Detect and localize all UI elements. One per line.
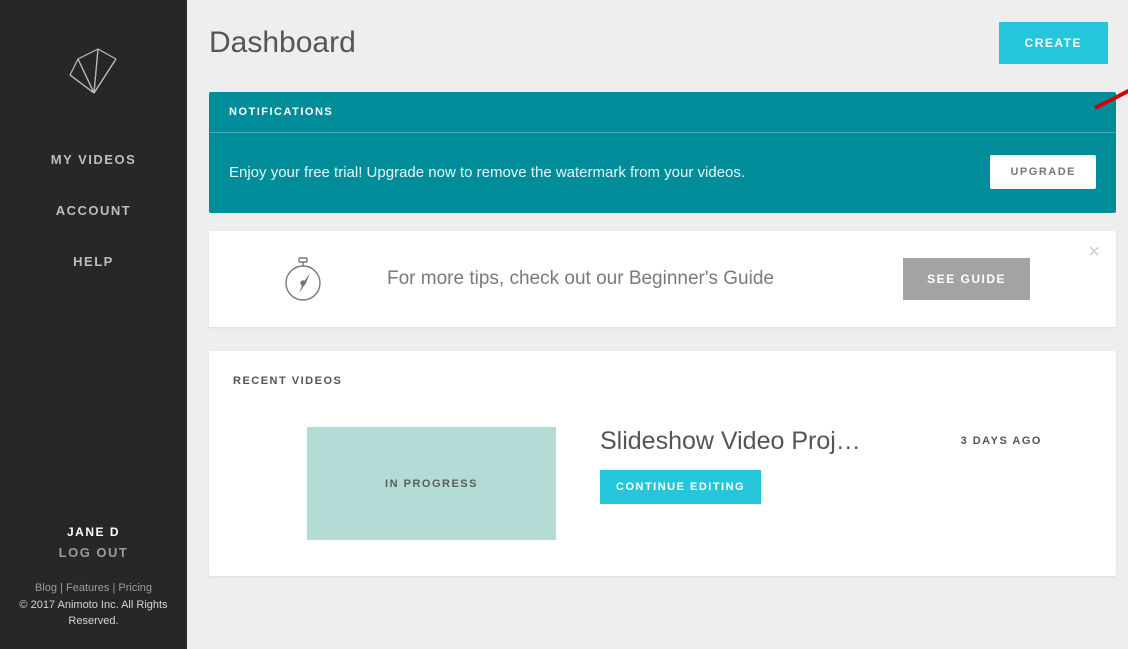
sidebar-footer: JANE D LOG OUT Blog | Features | Pricing… bbox=[0, 525, 187, 649]
footer-link-features[interactable]: Features bbox=[66, 582, 109, 594]
logo bbox=[64, 40, 124, 100]
notifications-body: Enjoy your free trial! Upgrade now to re… bbox=[209, 133, 1116, 213]
notifications-heading: NOTIFICATIONS bbox=[209, 92, 1116, 133]
copyright: © 2017 Animoto Inc. All Rights Reserved. bbox=[0, 598, 187, 629]
notification-message: Enjoy your free trial! Upgrade now to re… bbox=[229, 164, 745, 181]
footer-link-pricing[interactable]: Pricing bbox=[118, 582, 152, 594]
notifications-panel: NOTIFICATIONS Enjoy your free trial! Upg… bbox=[209, 92, 1116, 213]
compass-icon bbox=[279, 255, 327, 303]
fan-logo-icon bbox=[64, 45, 124, 95]
sidebar: MY VIDEOS ACCOUNT HELP JANE D LOG OUT Bl… bbox=[0, 0, 187, 649]
video-meta: Slideshow Video Proj… CONTINUE EDITING bbox=[600, 427, 961, 504]
sidebar-nav: MY VIDEOS ACCOUNT HELP bbox=[0, 134, 187, 287]
video-thumbnail[interactable]: IN PROGRESS bbox=[307, 427, 556, 540]
tips-message: For more tips, check out our Beginner's … bbox=[387, 268, 774, 290]
header: Dashboard CREATE bbox=[209, 22, 1116, 64]
nav-account[interactable]: ACCOUNT bbox=[0, 185, 187, 236]
main: Dashboard CREATE NOTIFICATIONS Enjoy you… bbox=[187, 0, 1128, 649]
video-status-badge: IN PROGRESS bbox=[385, 478, 478, 490]
video-timestamp: 3 DAYS AGO bbox=[961, 427, 1052, 447]
footer-link-blog[interactable]: Blog bbox=[35, 582, 57, 594]
close-icon[interactable]: × bbox=[1088, 241, 1100, 264]
video-title[interactable]: Slideshow Video Proj… bbox=[600, 427, 920, 456]
logout-link[interactable]: LOG OUT bbox=[0, 545, 187, 560]
nav-help[interactable]: HELP bbox=[0, 236, 187, 287]
create-button[interactable]: CREATE bbox=[999, 22, 1108, 64]
footer-links: Blog | Features | Pricing bbox=[0, 582, 187, 594]
recent-video-row: IN PROGRESS Slideshow Video Proj… CONTIN… bbox=[233, 427, 1092, 540]
see-guide-button[interactable]: SEE GUIDE bbox=[903, 258, 1030, 300]
tips-card: × For more tips, check out our Beginner'… bbox=[209, 231, 1116, 327]
user-name: JANE D bbox=[0, 525, 187, 539]
continue-editing-button[interactable]: CONTINUE EDITING bbox=[600, 470, 761, 504]
recent-videos-heading: RECENT VIDEOS bbox=[233, 375, 1092, 387]
page-title: Dashboard bbox=[209, 26, 356, 60]
nav-my-videos[interactable]: MY VIDEOS bbox=[0, 134, 187, 185]
recent-videos-card: RECENT VIDEOS IN PROGRESS Slideshow Vide… bbox=[209, 351, 1116, 576]
upgrade-button[interactable]: UPGRADE bbox=[990, 155, 1096, 189]
